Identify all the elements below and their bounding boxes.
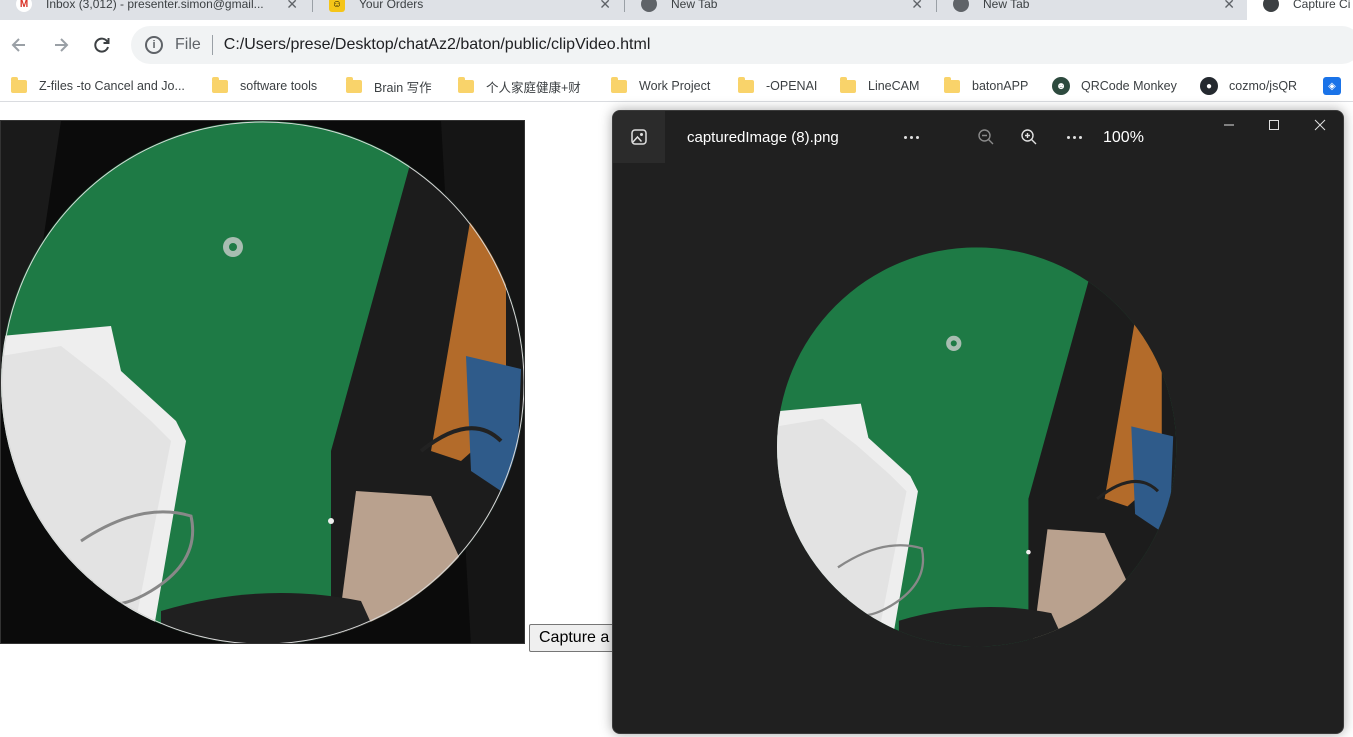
close-window-button[interactable] xyxy=(1306,113,1334,137)
bookmark-item[interactable]: batonAPP xyxy=(944,76,1029,95)
bookmark-item[interactable]: ◈ xyxy=(1323,77,1352,95)
file-more-button[interactable] xyxy=(897,123,925,151)
bookmark-item[interactable]: LineCAM xyxy=(840,76,920,95)
more-icon xyxy=(903,135,919,139)
folder-icon xyxy=(611,76,627,93)
bookmark-item[interactable]: ☻ QRCode Monkey xyxy=(1052,77,1177,95)
forward-button[interactable] xyxy=(47,31,75,59)
omnibox-divider xyxy=(211,35,213,55)
tab-new-1[interactable]: New Tab ✕ xyxy=(625,0,935,20)
bookmark-label: cozmo/jsQR xyxy=(1229,79,1298,93)
chrome-icon xyxy=(953,0,969,12)
bookmark-item[interactable]: Brain 写作 xyxy=(346,76,432,95)
bookmark-label: software tools xyxy=(240,79,318,93)
app-shortcut-icon: ◈ xyxy=(1323,77,1341,95)
tab-orders[interactable]: ☺ Your Orders ✕ xyxy=(313,0,623,20)
bookmark-label: Work Project xyxy=(639,79,711,93)
folder-icon xyxy=(840,76,856,93)
zoom-out-button[interactable] xyxy=(972,123,1000,151)
zoom-in-icon xyxy=(1021,129,1037,145)
more-icon xyxy=(1066,135,1082,139)
bookmark-item[interactable]: software tools xyxy=(212,76,318,95)
zoom-out-icon xyxy=(978,129,994,145)
image-app-icon[interactable] xyxy=(613,111,665,163)
bookmark-item[interactable]: ● cozmo/jsQR xyxy=(1200,77,1297,95)
folder-icon xyxy=(346,76,362,93)
viewer-title-bar: capturedImage (8).png 100% xyxy=(613,111,1343,163)
folder-icon xyxy=(212,76,228,93)
back-button[interactable] xyxy=(5,31,33,59)
info-icon[interactable]: i xyxy=(145,36,163,54)
browser-toolbar: i File C:/Users/prese/Desktop/chatAz2/ba… xyxy=(0,20,1353,70)
folder-icon xyxy=(738,76,754,93)
bookmarks-bar: Z-files -to Cancel and Jo... software to… xyxy=(0,70,1353,102)
minimize-button[interactable] xyxy=(1215,113,1243,137)
close-tab-icon[interactable]: ✕ xyxy=(1223,0,1235,13)
chrome-icon xyxy=(1263,0,1279,12)
github-icon: ● xyxy=(1200,77,1218,95)
close-tab-icon[interactable]: ✕ xyxy=(911,0,923,13)
bookmark-label: Z-files -to Cancel and Jo... xyxy=(39,79,185,93)
tab-gmail[interactable]: M Inbox (3,012) - presenter.simon@gmail.… xyxy=(0,0,310,20)
scheme-label: File xyxy=(175,36,201,53)
shop-icon: ☺ xyxy=(329,0,345,12)
bookmark-label: Brain 写作 xyxy=(374,80,432,95)
photo-icon xyxy=(631,129,647,145)
reload-icon xyxy=(94,37,110,53)
chrome-icon xyxy=(641,0,657,12)
bookmark-label: batonAPP xyxy=(972,79,1029,93)
url-text[interactable]: C:/Users/prese/Desktop/chatAz2/baton/pub… xyxy=(224,36,651,54)
maximize-icon xyxy=(1269,120,1279,130)
bookmark-item[interactable]: Work Project xyxy=(611,76,711,95)
maximize-button[interactable] xyxy=(1260,113,1288,137)
close-icon xyxy=(1314,119,1326,131)
tab-title: Your Orders xyxy=(359,0,424,11)
bookmark-label: LineCAM xyxy=(868,79,920,93)
bookmark-label: 个人家庭健康+财 xyxy=(486,80,581,95)
bookmark-item[interactable]: -OPENAI xyxy=(738,76,818,95)
tab-title: New Tab xyxy=(671,0,718,11)
bookmark-item[interactable]: 个人家庭健康+财 xyxy=(458,76,581,95)
address-bar[interactable]: i File C:/Users/prese/Desktop/chatAz2/ba… xyxy=(131,26,1353,64)
monkey-icon: ☻ xyxy=(1052,77,1070,95)
tab-title: New Tab xyxy=(983,0,1030,11)
close-tab-icon[interactable]: ✕ xyxy=(286,0,298,13)
tab-strip: M Inbox (3,012) - presenter.simon@gmail.… xyxy=(0,0,1353,20)
video-preview xyxy=(0,120,525,644)
photo-viewer-window: capturedImage (8).png 100% xyxy=(612,110,1344,734)
folder-icon xyxy=(11,76,27,93)
tab-new-2[interactable]: New Tab ✕ xyxy=(937,0,1247,20)
tab-capture[interactable]: Capture Ci xyxy=(1247,0,1353,20)
folder-icon xyxy=(944,76,960,93)
viewer-file-name: capturedImage (8).png xyxy=(687,129,839,146)
captured-image xyxy=(777,247,1177,647)
close-tab-icon[interactable]: ✕ xyxy=(599,0,611,13)
bookmark-label: QRCode Monkey xyxy=(1081,79,1177,93)
camera-frame-image xyxy=(1,121,524,643)
zoom-level: 100% xyxy=(1103,129,1144,146)
reload-button[interactable] xyxy=(88,31,116,59)
zoom-in-button[interactable] xyxy=(1015,123,1043,151)
bookmark-item[interactable]: Z-files -to Cancel and Jo... xyxy=(11,76,185,95)
back-arrow-icon xyxy=(11,38,25,52)
tab-title: Capture Ci xyxy=(1293,0,1351,11)
folder-icon xyxy=(458,76,474,93)
forward-arrow-icon xyxy=(55,38,69,52)
tab-title: Inbox (3,012) - presenter.simon@gmail... xyxy=(46,0,264,11)
zoom-more-button[interactable] xyxy=(1060,123,1088,151)
bookmark-label: -OPENAI xyxy=(766,79,818,93)
minimize-icon xyxy=(1224,124,1234,126)
gmail-icon: M xyxy=(16,0,32,12)
